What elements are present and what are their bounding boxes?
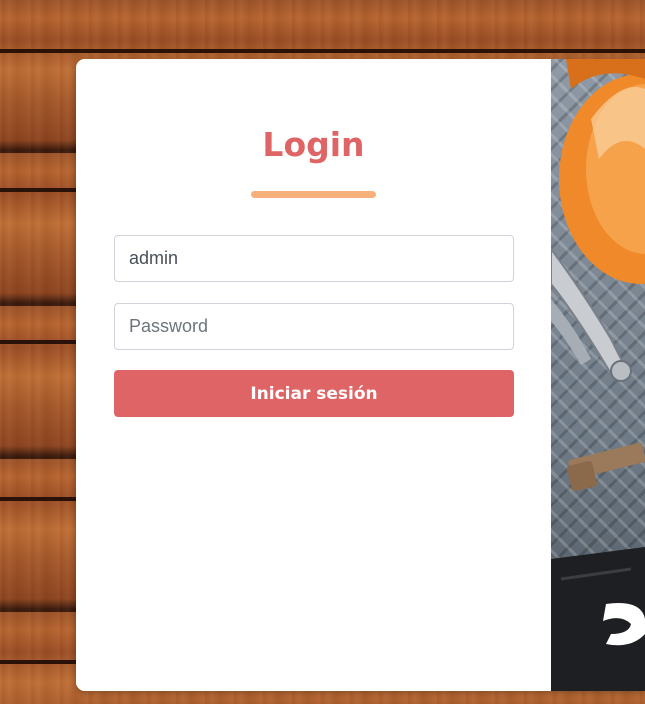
construction-tools-image [551, 59, 645, 691]
username-input[interactable] [114, 235, 514, 282]
title-underline [251, 191, 376, 198]
plank-divider [0, 49, 645, 53]
login-card: Login Iniciar sesión [76, 59, 645, 691]
page-title: Login [262, 125, 365, 164]
tools-illustration [551, 59, 645, 691]
login-form: Login Iniciar sesión [76, 59, 551, 691]
password-input[interactable] [114, 303, 514, 350]
login-button[interactable]: Iniciar sesión [114, 370, 514, 417]
